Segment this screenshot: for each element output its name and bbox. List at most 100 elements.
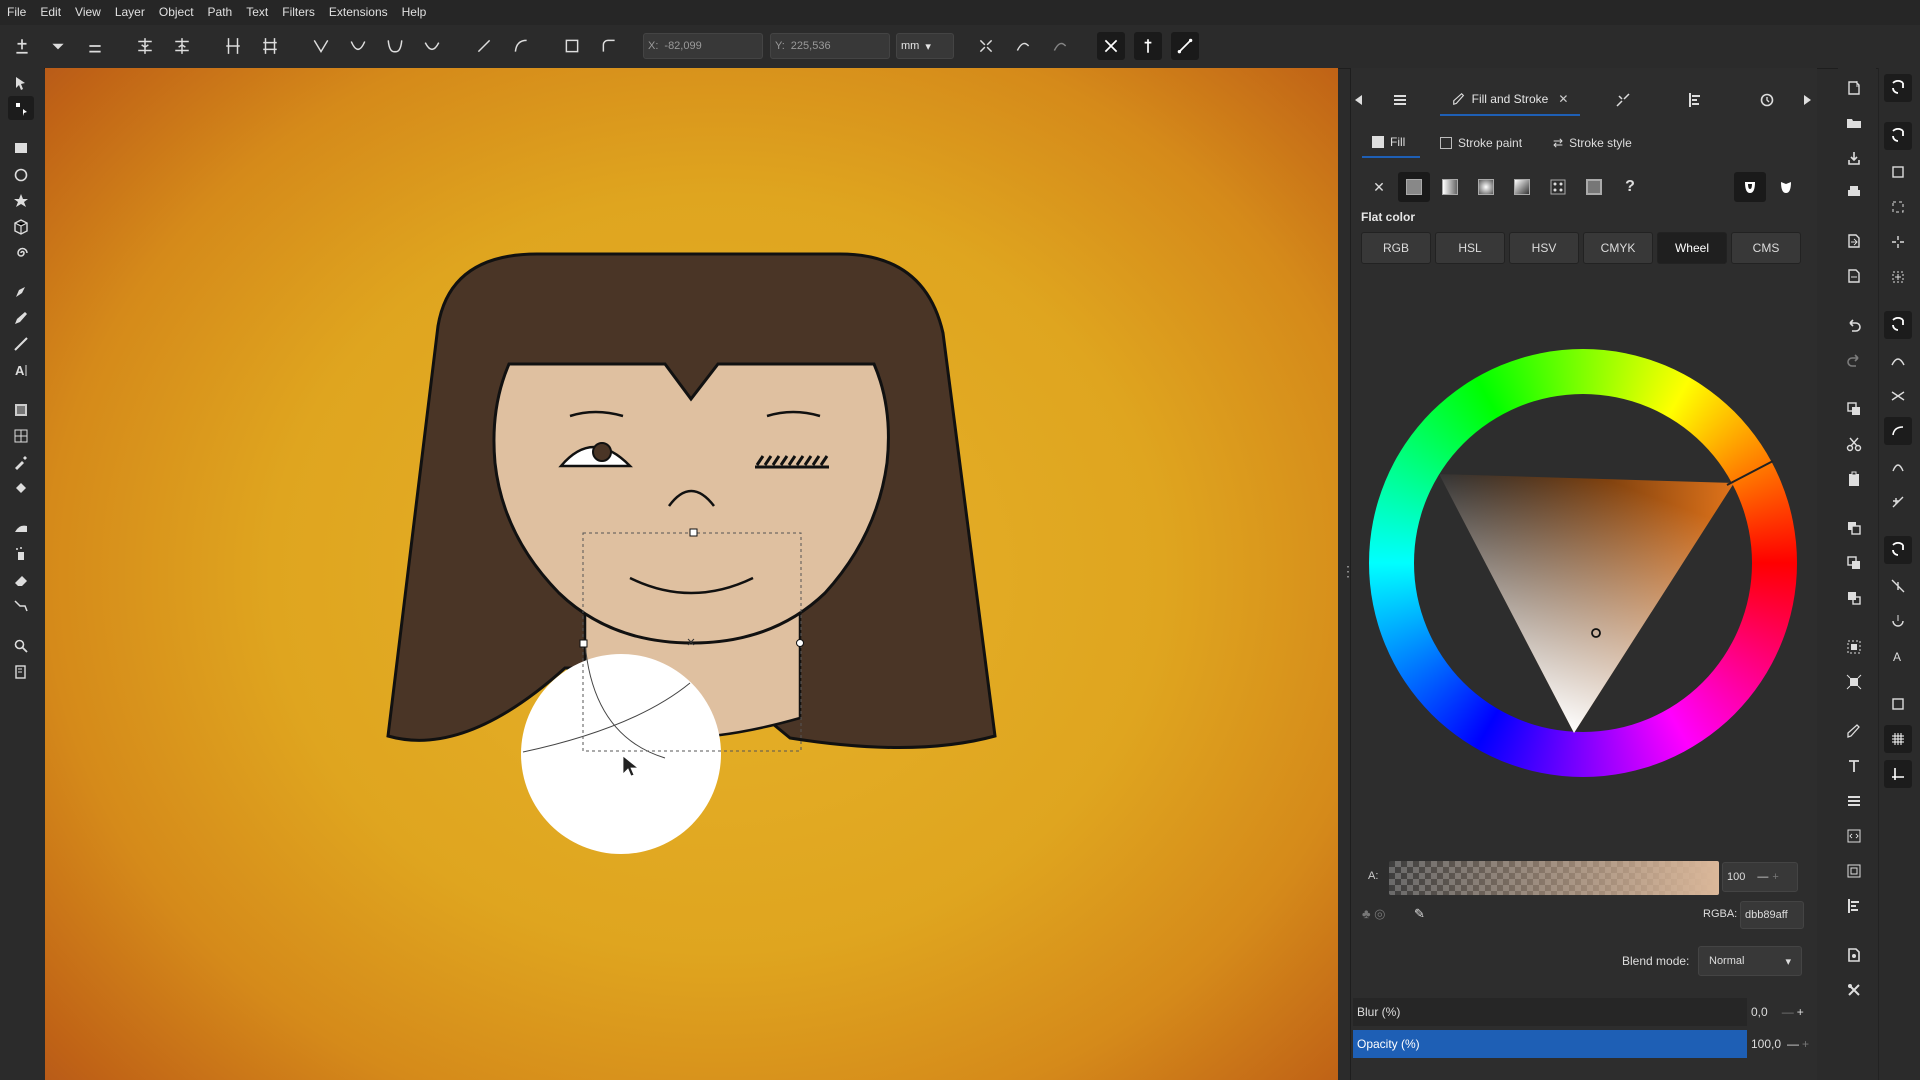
new-document-icon[interactable] xyxy=(1840,74,1868,102)
import-icon[interactable] xyxy=(1840,227,1868,255)
break-path-icon[interactable] xyxy=(168,32,196,60)
tabs-scroll-left-icon[interactable] xyxy=(1352,84,1366,116)
snap-bbox-corners-icon[interactable] xyxy=(1884,193,1912,221)
export-icon[interactable] xyxy=(1840,262,1868,290)
align-distribute-icon[interactable] xyxy=(1840,892,1868,920)
alpha-slider[interactable] xyxy=(1389,861,1719,895)
insert-node-icon[interactable] xyxy=(8,32,36,60)
menu-extensions[interactable]: Extensions xyxy=(322,0,395,25)
color-triangle[interactable] xyxy=(1369,349,1797,777)
mode-cmyk[interactable]: CMYK xyxy=(1583,232,1653,264)
menu-layer[interactable]: Layer xyxy=(108,0,152,25)
rectangle-tool-icon[interactable] xyxy=(8,136,34,160)
mode-hsl[interactable]: HSL xyxy=(1435,232,1505,264)
calligraphy-tool-icon[interactable] xyxy=(8,332,34,356)
snap-intersections-icon[interactable] xyxy=(1884,382,1912,410)
layers-tab-icon[interactable] xyxy=(1385,84,1415,116)
subtab-stroke-paint[interactable]: Stroke paint xyxy=(1440,130,1522,156)
menu-path[interactable]: Path xyxy=(201,0,240,25)
snap-page-border-icon[interactable] xyxy=(1884,690,1912,718)
drawing-canvas[interactable] xyxy=(45,68,1338,1080)
spray-tool-icon[interactable] xyxy=(8,542,34,566)
snap-global-icon[interactable] xyxy=(1884,74,1912,102)
object-properties-icon[interactable] xyxy=(1840,857,1868,885)
path-effect-icon[interactable] xyxy=(1046,32,1074,60)
pen-tool-icon[interactable] xyxy=(8,280,34,304)
menu-edit[interactable]: Edit xyxy=(33,0,68,25)
unit-select[interactable]: mm ▾ xyxy=(896,33,954,59)
insert-menu-icon[interactable] xyxy=(44,32,72,60)
xml-editor-tab-icon[interactable] xyxy=(1608,84,1638,116)
snap-others-icon[interactable] xyxy=(1884,536,1912,564)
subtab-stroke-style[interactable]: ⇄ Stroke style xyxy=(1553,130,1632,156)
ellipse-tool-icon[interactable] xyxy=(8,163,34,187)
radial-gradient-icon[interactable] xyxy=(1470,172,1502,202)
node-smooth-icon[interactable] xyxy=(344,32,372,60)
measure-tool-icon[interactable] xyxy=(8,660,34,684)
menu-filters[interactable]: Filters xyxy=(275,0,322,25)
stroke-to-path-icon[interactable] xyxy=(595,32,623,60)
tab-fill-and-stroke[interactable]: Fill and Stroke ✕ xyxy=(1440,84,1580,116)
snap-bbox-edges-icon[interactable] xyxy=(1884,158,1912,186)
delete-node-icon[interactable] xyxy=(81,32,109,60)
undo-icon[interactable] xyxy=(1840,311,1868,339)
menu-file[interactable]: File xyxy=(0,0,33,25)
group-icon[interactable] xyxy=(1840,633,1868,661)
spiral-tool-icon[interactable] xyxy=(8,241,34,265)
duplicate-icon[interactable] xyxy=(1840,514,1868,542)
unset-paint-icon[interactable]: ? xyxy=(1614,172,1646,202)
blur-spinbox[interactable]: 0,0— + xyxy=(1748,998,1814,1026)
snap-bbox-icon[interactable] xyxy=(1884,122,1912,150)
paint-bucket-tool-icon[interactable] xyxy=(8,476,34,500)
x-coordinate-field[interactable]: X: -82,099 xyxy=(643,33,763,59)
snap-cusp-nodes-icon[interactable] xyxy=(1884,417,1912,445)
3d-box-tool-icon[interactable] xyxy=(8,215,34,239)
mode-cms[interactable]: CMS xyxy=(1731,232,1801,264)
snap-bbox-centers-icon[interactable] xyxy=(1884,263,1912,291)
snap-nodes-icon[interactable] xyxy=(1884,311,1912,339)
menu-help[interactable]: Help xyxy=(395,0,434,25)
blend-mode-select[interactable]: Normal ▾ xyxy=(1698,946,1802,976)
snap-paths-icon[interactable] xyxy=(1884,347,1912,375)
mode-rgb[interactable]: RGB xyxy=(1361,232,1431,264)
alpha-spinbox[interactable]: 100— + xyxy=(1722,862,1798,892)
pencil-tool-icon[interactable] xyxy=(8,306,34,330)
undo-history-tab-icon[interactable] xyxy=(1752,84,1782,116)
show-handles-icon[interactable] xyxy=(1134,32,1162,60)
snap-guides-icon[interactable] xyxy=(1884,760,1912,788)
segment-line-icon[interactable] xyxy=(470,32,498,60)
cut-icon[interactable] xyxy=(1840,430,1868,458)
show-transform-handles-icon[interactable] xyxy=(972,32,1000,60)
join-nodes-icon[interactable] xyxy=(131,32,159,60)
pick-color-icon[interactable]: ✎ xyxy=(1414,906,1425,922)
print-icon[interactable] xyxy=(1840,178,1868,206)
snap-bbox-midpoints-icon[interactable] xyxy=(1884,228,1912,256)
opacity-slider[interactable]: Opacity (%) xyxy=(1353,1030,1747,1058)
show-outline-icon[interactable] xyxy=(1009,32,1037,60)
mesh-tool-icon[interactable] xyxy=(8,424,34,448)
node-tool-icon[interactable] xyxy=(8,96,34,120)
snap-grid-icon[interactable] xyxy=(1884,725,1912,753)
gradient-tool-icon[interactable] xyxy=(8,398,34,422)
redo-icon[interactable] xyxy=(1840,346,1868,374)
align-tab-icon[interactable] xyxy=(1680,84,1710,116)
close-tab-icon[interactable]: ✕ xyxy=(1558,92,1568,106)
blur-slider[interactable]: Blur (%) xyxy=(1353,998,1747,1026)
snap-toggle-icon[interactable] xyxy=(1097,32,1125,60)
menu-object[interactable]: Object xyxy=(152,0,201,25)
snap-object-midpoints-icon[interactable] xyxy=(1884,572,1912,600)
zoom-tool-icon[interactable] xyxy=(8,634,34,658)
paste-icon[interactable] xyxy=(1840,465,1868,493)
flat-color-icon[interactable] xyxy=(1398,172,1430,202)
delete-segment-icon[interactable] xyxy=(256,32,284,60)
save-icon[interactable] xyxy=(1840,144,1868,172)
copy-icon[interactable] xyxy=(1840,395,1868,423)
join-segment-icon[interactable] xyxy=(219,32,247,60)
unlink-clone-icon[interactable] xyxy=(1840,584,1868,612)
mode-hsv[interactable]: HSV xyxy=(1509,232,1579,264)
snap-text-baseline-icon[interactable]: A xyxy=(1884,642,1912,670)
open-file-icon[interactable] xyxy=(1840,109,1868,137)
menu-view[interactable]: View xyxy=(68,0,108,25)
node-auto-icon[interactable] xyxy=(418,32,446,60)
linear-gradient-icon[interactable] xyxy=(1434,172,1466,202)
